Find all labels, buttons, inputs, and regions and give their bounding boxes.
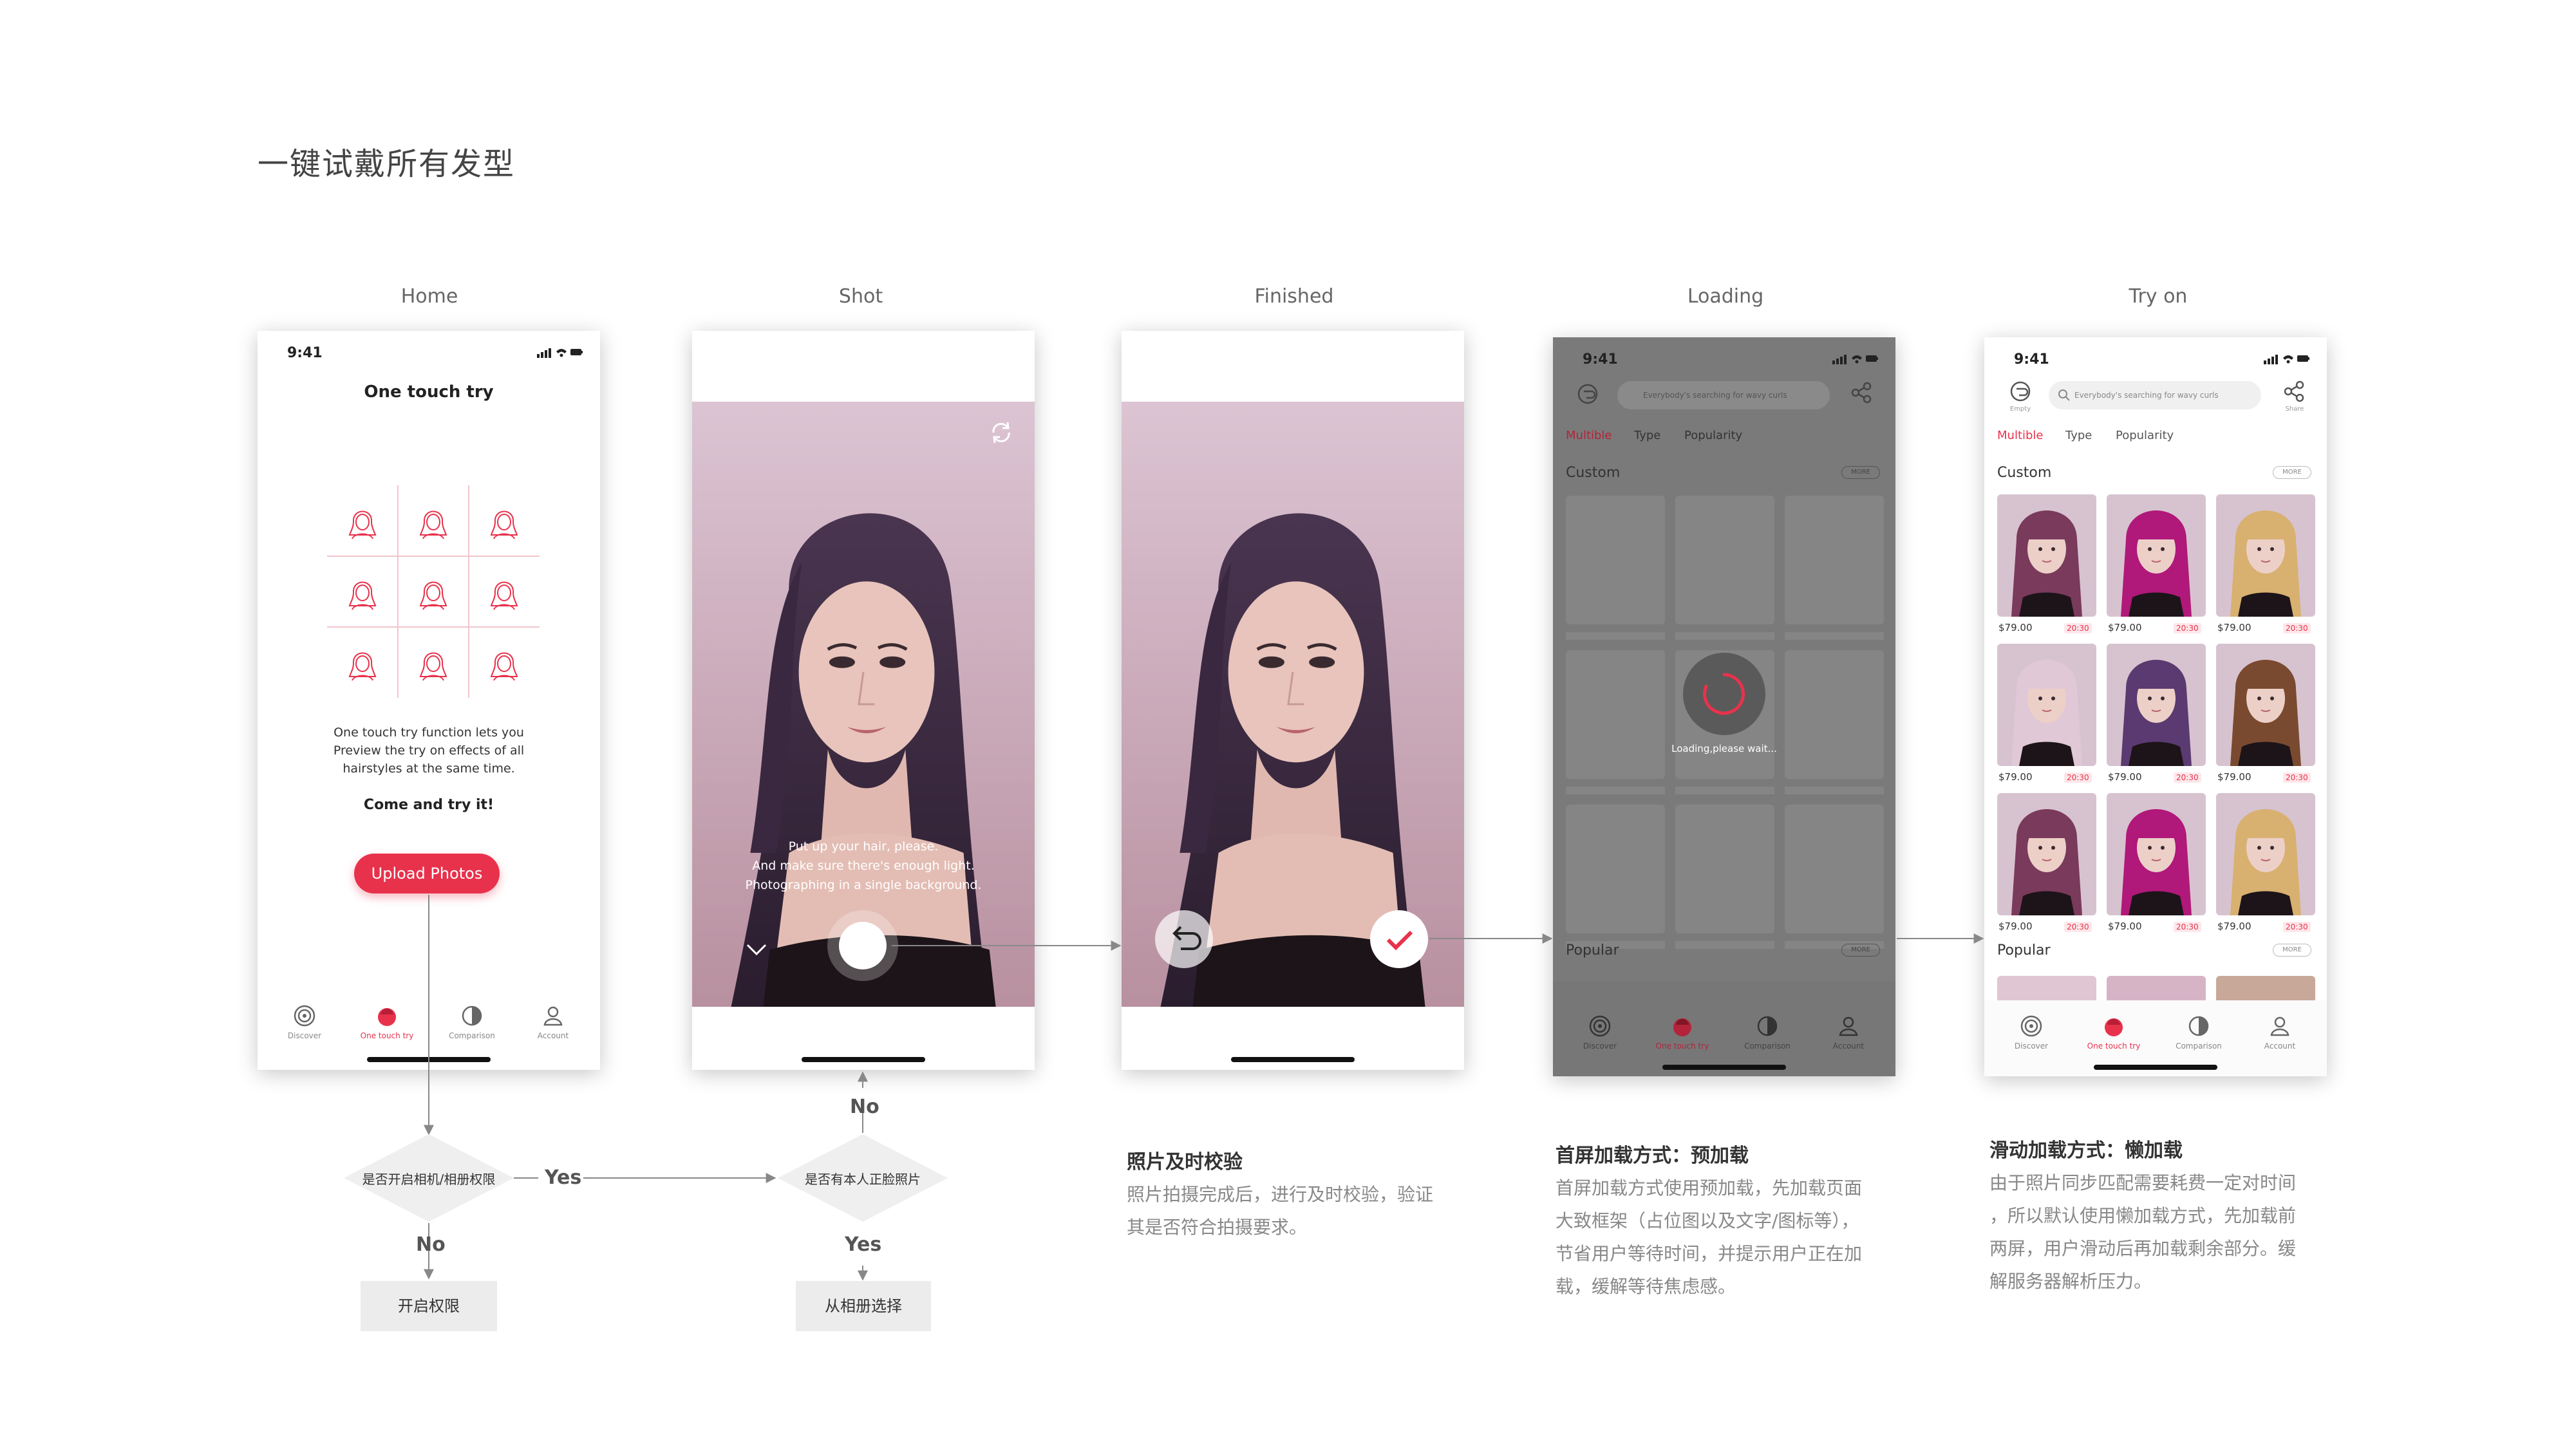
- decision-photo-no: No: [850, 1096, 879, 1118]
- note-line: 大致框架（占位图以及文字/图标等），: [1556, 1210, 1859, 1231]
- note-line: 首屏加载方式使用预加载，先加载页面: [1556, 1177, 1863, 1199]
- note-line: ，所以默认使用懒加载方式，先加载前: [1989, 1205, 2297, 1226]
- decision-permission-text: 是否开启相机/相册权限: [362, 1172, 496, 1187]
- note-body: 由于照片同步匹配需要耗费一定对时间 ，所以默认使用懒加载方式，先加载前 两屏，用…: [1989, 1166, 2363, 1298]
- note-title: 首屏加载方式：预加载: [1556, 1145, 1749, 1167]
- note-title: 滑动加载方式：懒加载: [1989, 1139, 2183, 1162]
- note-body: 照片拍摄完成后，进行及时校验，验证 其是否符合拍摄要求。: [1127, 1178, 1487, 1244]
- decision-photo-text: 是否有本人正脸照片: [805, 1172, 921, 1187]
- decision-permission-yes: Yes: [545, 1166, 582, 1189]
- note-body: 首屏加载方式使用预加载，先加载页面 大致框架（占位图以及文字/图标等）， 节省用…: [1556, 1172, 1929, 1303]
- note-line: 载，缓解等待焦虑感。: [1556, 1276, 1736, 1297]
- action-choose-album[interactable]: 从相册选择: [796, 1281, 931, 1331]
- note-loading: 首屏加载方式：预加载 首屏加载方式使用预加载，先加载页面 大致框架（占位图以及文…: [1556, 1139, 1929, 1303]
- action-enable-permission[interactable]: 开启权限: [361, 1281, 497, 1331]
- note-line: 其是否符合拍摄要求。: [1127, 1217, 1308, 1238]
- decision-photo-yes: Yes: [845, 1233, 882, 1256]
- note-line: 两屏，用户滑动后再加载剩余部分。缓: [1989, 1238, 2297, 1259]
- note-line: 由于照片同步匹配需要耗费一定对时间: [1989, 1172, 2297, 1193]
- note-title: 照片及时校验: [1127, 1151, 1243, 1173]
- note-line: 照片拍摄完成后，进行及时校验，验证: [1127, 1184, 1434, 1205]
- note-finished: 照片及时校验 照片拍摄完成后，进行及时校验，验证 其是否符合拍摄要求。: [1127, 1146, 1487, 1244]
- note-line: 节省用户等待时间，并提示用户正在加: [1556, 1243, 1863, 1264]
- decision-permission-no: No: [416, 1233, 446, 1256]
- note-tryon: 滑动加载方式：懒加载 由于照片同步匹配需要耗费一定对时间 ，所以默认使用懒加载方…: [1989, 1134, 2363, 1298]
- note-line: 解服务器解析压力。: [1989, 1271, 2152, 1292]
